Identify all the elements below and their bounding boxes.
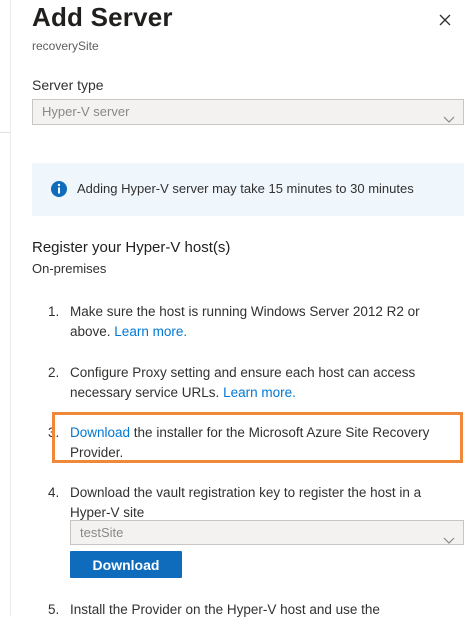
download-key-button[interactable]: Download	[70, 551, 182, 578]
panel-subtitle: recoverySite	[32, 39, 99, 53]
step-4: 4. Download the vault registration key t…	[48, 483, 458, 523]
step-text: Install the Provider on the Hyper-V host…	[70, 602, 380, 617]
close-icon[interactable]	[436, 11, 454, 29]
server-type-dropdown[interactable]: Hyper-V server	[32, 99, 464, 125]
step-1: 1. Make sure the host is running Windows…	[48, 302, 458, 342]
register-subheading: On-premises	[32, 261, 107, 276]
server-type-value: Hyper-V server	[42, 104, 130, 119]
left-edge-divider	[0, 132, 10, 133]
info-text: Adding Hyper-V server may take 15 minute…	[77, 181, 414, 196]
info-icon	[50, 180, 68, 198]
site-value: testSite	[80, 525, 124, 540]
site-dropdown[interactable]: testSite	[70, 520, 464, 545]
step-number: 4.	[48, 485, 60, 500]
step-number: 2.	[48, 365, 60, 380]
step-2: 2. Configure Proxy setting and ensure ea…	[48, 363, 458, 403]
learn-more-link[interactable]: Learn more.	[114, 324, 187, 339]
chevron-down-icon	[443, 529, 455, 552]
panel-title: Add Server	[32, 2, 173, 32]
register-heading: Register your Hyper-V host(s)	[32, 239, 231, 256]
step-number: 1.	[48, 304, 60, 319]
chevron-down-icon	[443, 108, 455, 132]
server-type-label: Server type	[32, 77, 104, 93]
learn-more-link[interactable]: Learn more.	[223, 385, 296, 400]
highlight-box	[52, 412, 463, 463]
info-banner: Adding Hyper-V server may take 15 minute…	[32, 163, 464, 216]
step-number: 5.	[48, 602, 60, 617]
step-5: 5. Install the Provider on the Hyper-V h…	[48, 600, 458, 620]
step-text: Download the vault registration key to r…	[70, 485, 422, 520]
left-edge-strip	[0, 0, 11, 616]
